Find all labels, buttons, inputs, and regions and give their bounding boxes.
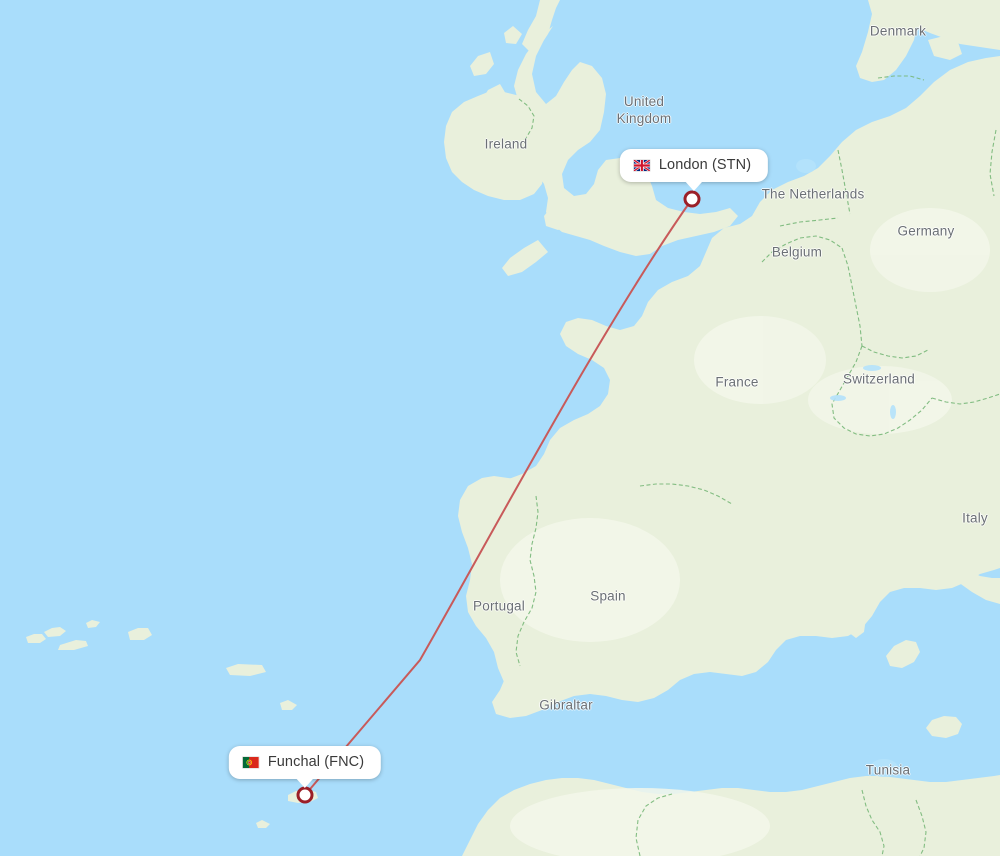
map-pin-icon bbox=[683, 190, 701, 208]
tooltip-tail-icon bbox=[685, 181, 703, 191]
shading-france bbox=[694, 316, 826, 404]
uk-flag bbox=[633, 159, 650, 171]
tooltip-tail-icon bbox=[296, 778, 314, 788]
airport-marker-fnc[interactable] bbox=[296, 786, 314, 804]
map-canvas bbox=[0, 0, 1000, 856]
shading-iberia bbox=[500, 518, 680, 642]
airport-tooltip-stn[interactable]: London (STN) bbox=[619, 149, 769, 191]
lake-tunisia bbox=[870, 759, 898, 777]
airport-marker-stn[interactable] bbox=[683, 190, 701, 208]
map-pin-icon bbox=[296, 786, 314, 804]
shading-alps bbox=[808, 366, 952, 434]
lake-ijssel bbox=[796, 159, 816, 173]
portugal-flag bbox=[242, 756, 259, 768]
lake-geneva bbox=[830, 395, 846, 401]
airport-tooltip-label-stn: London (STN) bbox=[658, 157, 752, 173]
airport-tooltip-label-fnc: Funchal (FNC) bbox=[267, 754, 365, 770]
flight-route-map[interactable]: Denmark United Kingdom Ireland The Netherla… bbox=[0, 0, 1000, 856]
lake-constance bbox=[863, 365, 881, 371]
lake-garda bbox=[890, 405, 896, 419]
shading-germany bbox=[870, 208, 990, 292]
airport-tooltip-fnc[interactable]: Funchal (FNC) bbox=[228, 746, 382, 788]
